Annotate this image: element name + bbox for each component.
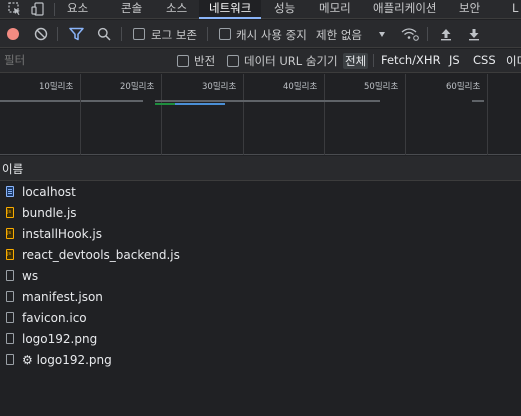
request-list: localhost bundle.js installHook.js react… (0, 182, 521, 416)
tab-lighthouse[interactable]: L (512, 0, 518, 19)
filter-type-all[interactable]: 전체 (343, 53, 369, 69)
filter-input[interactable] (0, 50, 160, 70)
clear-icon[interactable] (34, 27, 48, 44)
chevron-down-icon[interactable] (379, 32, 385, 37)
tab-elements[interactable]: 요소 (67, 0, 88, 19)
device-toolbar-icon[interactable] (31, 2, 45, 19)
tab-network[interactable]: 네트워크 (199, 0, 262, 19)
file-icon (6, 270, 14, 281)
file-icon (6, 291, 14, 302)
filter-type-img[interactable]: 이미 (506, 53, 521, 69)
throttling-select[interactable]: 제한 없음 (316, 27, 362, 43)
toolbar-separator (121, 27, 122, 41)
table-row[interactable]: installHook.js (0, 224, 521, 245)
overview-request-bar (155, 100, 380, 102)
tab-separator (54, 3, 55, 16)
preserve-log-checkbox[interactable] (133, 28, 145, 40)
network-overview[interactable]: 10밀리초 20밀리초 30밀리초 40밀리초 50밀리초 60밀리초 (0, 74, 521, 155)
toolbar-separator (207, 27, 208, 41)
record-button[interactable] (7, 28, 19, 40)
table-row[interactable]: manifest.json (0, 287, 521, 308)
request-name: manifest.json (22, 290, 103, 304)
preserve-log-label: 로그 보존 (151, 28, 197, 42)
overview-tick-label: 40밀리초 (283, 82, 318, 92)
invert-checkbox[interactable] (177, 55, 189, 67)
table-row[interactable]: ⚙ logo192.png (0, 350, 521, 371)
overview-tick-label: 10밀리초 (39, 82, 74, 92)
devtools-tab-bar: 요소 콘솔 소스 네트워크 성능 메모리 애플리케이션 보안 L (0, 0, 521, 19)
grid-line (487, 74, 488, 155)
overview-request-bar (175, 103, 225, 105)
script-icon (6, 207, 14, 218)
disable-cache-checkbox[interactable] (219, 28, 231, 40)
invert-label: 반전 (194, 54, 216, 68)
grid-line (243, 74, 244, 155)
name-column-header[interactable]: 이름 (2, 161, 23, 177)
request-name: ws (22, 269, 39, 283)
search-icon[interactable] (97, 27, 111, 44)
tab-performance[interactable]: 성능 (274, 0, 295, 19)
grid-line (80, 74, 81, 155)
table-row[interactable]: ws (0, 266, 521, 287)
import-har-icon[interactable] (440, 27, 452, 44)
overview-tick-label: 20밀리초 (120, 82, 155, 92)
tab-security[interactable]: 보안 (459, 0, 480, 19)
table-row[interactable]: react_devtools_backend.js (0, 245, 521, 266)
table-row[interactable]: favicon.ico (0, 308, 521, 329)
toolbar-separator (57, 27, 58, 41)
network-conditions-icon[interactable] (401, 27, 419, 44)
overview-tick-label: 50밀리초 (364, 82, 399, 92)
request-name: favicon.ico (22, 311, 87, 325)
file-icon (6, 333, 14, 344)
overview-request-bar (155, 103, 175, 105)
overview-request-bar (81, 100, 143, 102)
hide-data-urls-label: 데이터 URL 숨기기 (244, 54, 338, 68)
request-name: ⚙ logo192.png (22, 353, 112, 367)
request-table-header: 이름 (0, 156, 521, 181)
filter-bar: 반전 데이터 URL 숨기기 전체 Fetch/XHR JS CSS 이미 (0, 49, 521, 73)
table-row[interactable]: bundle.js (0, 203, 521, 224)
disable-cache-label: 캐시 사용 중지 (236, 28, 307, 42)
script-icon (6, 228, 14, 239)
tab-sources[interactable]: 소스 (166, 0, 187, 19)
request-name: installHook.js (22, 227, 102, 241)
overview-tick-label: 60밀리초 (446, 82, 481, 92)
overview-tick-label: 30밀리초 (202, 82, 237, 92)
table-row[interactable]: localhost (0, 182, 521, 203)
request-name: logo192.png (22, 332, 98, 346)
tab-console[interactable]: 콘솔 (121, 0, 142, 19)
filter-type-js[interactable]: JS (449, 53, 460, 67)
filter-separator (373, 54, 374, 67)
request-name: localhost (22, 185, 76, 199)
overview-request-bar (0, 100, 80, 102)
network-toolbar: 로그 보존 캐시 사용 중지 제한 없음 (0, 20, 521, 48)
document-icon (6, 186, 14, 197)
table-row[interactable]: logo192.png (0, 329, 521, 350)
grid-line (405, 74, 406, 155)
hide-data-urls-checkbox[interactable] (227, 55, 239, 67)
file-icon (6, 354, 14, 365)
filter-icon[interactable] (69, 27, 84, 44)
grid-line (324, 74, 325, 155)
toolbar-separator (427, 27, 428, 41)
request-name: bundle.js (22, 206, 77, 220)
file-icon (6, 312, 14, 323)
grid-line (161, 74, 162, 155)
tab-application[interactable]: 애플리케이션 (373, 0, 436, 19)
tab-memory[interactable]: 메모리 (319, 0, 351, 19)
overview-request-bar (472, 100, 484, 102)
filter-type-css[interactable]: CSS (473, 53, 496, 67)
inspect-element-icon[interactable] (8, 2, 22, 19)
export-har-icon[interactable] (468, 27, 480, 44)
script-icon (6, 249, 14, 260)
request-name: react_devtools_backend.js (22, 248, 180, 262)
filter-type-fetch-xhr[interactable]: Fetch/XHR (381, 53, 441, 67)
